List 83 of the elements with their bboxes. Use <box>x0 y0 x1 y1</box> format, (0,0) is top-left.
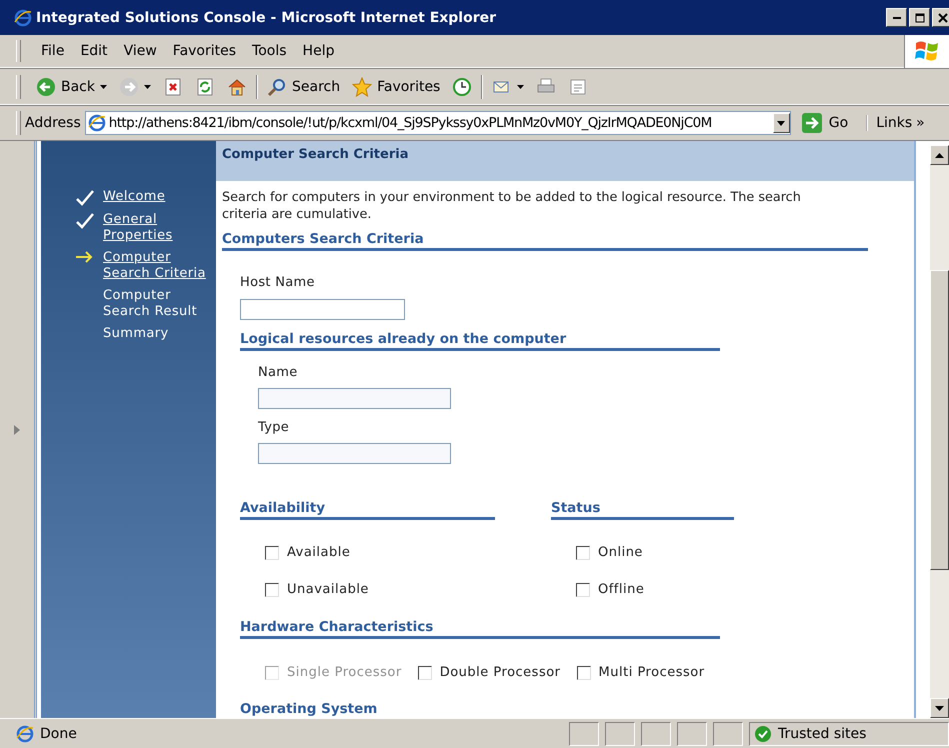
address-field[interactable]: http://athens:8421/ibm/console/!ut/p/kcxml/04_Sj9SPykssy0xPLMnMz0vM0Y_QjzIrMQADE0NjC0M <box>84 111 791 135</box>
checkbox[interactable] <box>418 666 432 680</box>
menu-item[interactable]: Tools <box>244 43 295 59</box>
minimize-icon <box>892 16 900 18</box>
scroll-down-icon <box>935 706 944 710</box>
check-icon <box>76 213 94 229</box>
search-icon <box>267 76 287 96</box>
checkbox-label: Double Processor <box>440 665 561 680</box>
chevron-button[interactable]: » <box>916 115 925 131</box>
favorites-button[interactable]: Favorites <box>349 74 444 98</box>
close-icon <box>938 12 948 22</box>
wizard-step-link[interactable]: General Properties <box>103 212 216 244</box>
wizard-step-link[interactable]: Welcome <box>103 189 166 205</box>
text-field[interactable] <box>258 443 451 464</box>
refresh-icon <box>195 76 215 96</box>
menu-item[interactable]: Edit <box>72 43 116 59</box>
star-icon <box>352 76 372 96</box>
section-heading: Logical resources already on the computer <box>240 331 720 351</box>
check-icon <box>76 190 94 206</box>
go-button[interactable]: Go <box>794 112 862 134</box>
document-icon <box>568 76 588 96</box>
maximize-button[interactable] <box>909 8 930 27</box>
scrollbar[interactable] <box>930 145 949 718</box>
section-heading: Computers Search Criteria <box>222 231 868 251</box>
host-name-field[interactable] <box>240 299 405 320</box>
menu-item[interactable]: Help <box>294 43 342 59</box>
scroll-up-icon <box>935 152 944 158</box>
close-button[interactable] <box>932 8 949 27</box>
links-button[interactable]: Links <box>866 115 912 131</box>
stop-icon <box>163 76 183 96</box>
field-label: Name <box>258 365 299 380</box>
section-heading: Operating System <box>240 701 378 718</box>
checkbox[interactable] <box>265 546 279 560</box>
window-title: Integrated Solutions Console - Microsoft Internet Explorer <box>36 10 498 26</box>
menu-item[interactable]: View <box>116 43 165 59</box>
section-heading: Status <box>551 500 734 520</box>
status-text: Done <box>40 726 78 742</box>
menu-item[interactable]: Favorites <box>164 43 244 59</box>
history-icon <box>452 76 472 96</box>
description-text: Search for computers in your environment to be added to the logical resource. The search criteria are cumulative. <box>222 189 802 223</box>
dropdown-caret-icon <box>100 84 107 88</box>
dropdown-caret-icon <box>777 120 786 126</box>
browser-icon <box>14 8 32 26</box>
security-zone-text: Trusted sites <box>778 726 866 742</box>
checkbox-label: Multi Processor <box>598 665 705 680</box>
checkbox-label: Available <box>287 545 350 560</box>
dropdown-caret-icon <box>144 84 151 88</box>
current-step-arrow-icon <box>76 251 94 263</box>
minimize-button[interactable] <box>886 8 907 27</box>
page-icon <box>16 724 34 742</box>
menu-item[interactable]: File <box>33 43 72 59</box>
checkbox[interactable] <box>576 546 590 560</box>
maximize-icon <box>914 12 924 22</box>
check-circle-icon <box>754 724 772 742</box>
address-label: Address <box>25 115 81 131</box>
status-pane <box>641 722 671 746</box>
status-pane <box>605 722 635 746</box>
checkbox-label: Single Processor <box>287 665 402 680</box>
field-label: Host Name <box>240 275 316 290</box>
checkbox[interactable] <box>265 582 279 596</box>
text-field[interactable] <box>258 388 451 409</box>
section-heading: Hardware Characteristics <box>240 619 720 639</box>
section-heading: Availability <box>240 500 495 520</box>
home-icon <box>227 76 247 96</box>
page-icon <box>88 114 106 132</box>
panel-title: Computer Search Criteria <box>216 141 914 181</box>
checkbox[interactable] <box>576 666 591 680</box>
field-label: Type <box>258 420 290 435</box>
expand-arrow-icon <box>14 424 20 434</box>
wizard-step-link[interactable]: Computer Search Criteria <box>103 250 216 282</box>
status-pane <box>713 722 743 746</box>
status-pane <box>569 722 599 746</box>
wizard-step: Summary <box>103 326 169 342</box>
checkbox[interactable] <box>576 582 590 596</box>
dropdown-caret-icon <box>517 84 524 88</box>
checkbox-label: Online <box>598 545 643 560</box>
windows-logo-icon <box>914 39 940 63</box>
status-pane <box>677 722 707 746</box>
search-button[interactable]: Search <box>264 74 344 98</box>
back-button[interactable]: Back <box>33 74 110 98</box>
wizard-step: Computer Search Result <box>103 288 216 320</box>
checkbox-label: Unavailable <box>287 582 369 597</box>
checkbox-label: Offline <box>598 582 644 597</box>
